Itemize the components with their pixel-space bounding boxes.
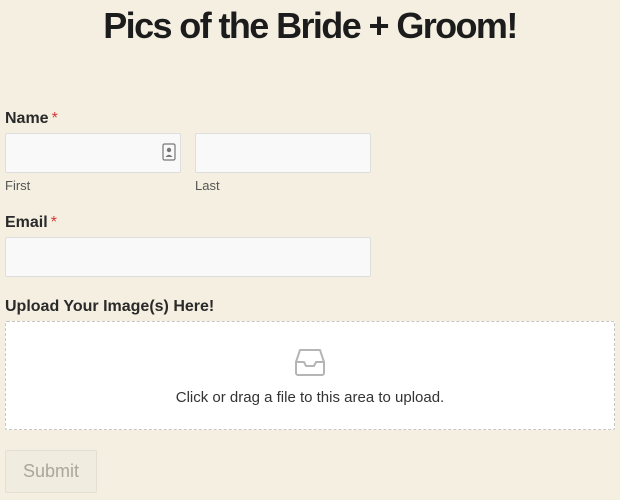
required-asterisk: *: [51, 110, 58, 127]
required-asterisk: *: [50, 214, 57, 231]
first-name-sublabel: First: [5, 178, 31, 193]
inbox-tray-icon: [294, 346, 326, 378]
upload-prompt: Click or drag a file to this area to upl…: [175, 389, 445, 406]
last-name-sublabel: Last: [195, 178, 220, 193]
name-label: Name *: [5, 109, 58, 129]
name-label-text: Name: [5, 110, 49, 127]
email-label: Email *: [5, 213, 57, 233]
email-input[interactable]: [5, 237, 371, 277]
email-label-text: Email: [5, 214, 48, 231]
file-upload-dropzone[interactable]: Click or drag a file to this area to upl…: [5, 321, 615, 430]
submit-button[interactable]: Submit: [5, 450, 97, 493]
first-name-input[interactable]: [5, 133, 181, 173]
page-title: Pics of the Bride + Groom!: [103, 5, 518, 46]
contact-card-icon[interactable]: [162, 143, 176, 161]
last-name-input[interactable]: [195, 133, 371, 173]
upload-label: Upload Your Image(s) Here!: [5, 298, 215, 315]
